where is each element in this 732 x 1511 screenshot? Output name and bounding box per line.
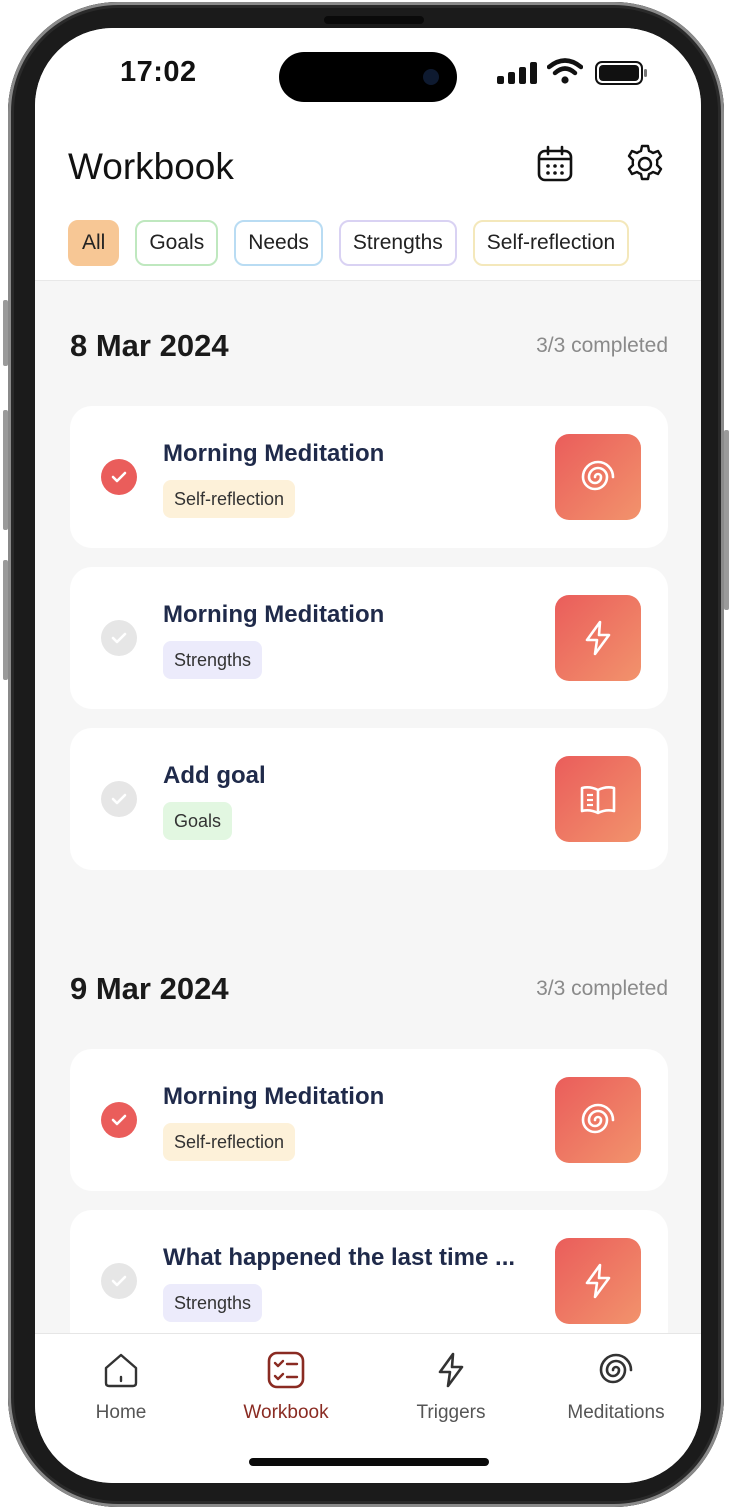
unchecked-icon[interactable]: [101, 781, 137, 817]
spiral-icon: [594, 1348, 638, 1392]
task-title: Morning Meditation: [163, 601, 385, 628]
app-screen: 17:02 Workbook All Goals Needs Strengths…: [35, 28, 701, 1483]
task-title: Add goal: [163, 762, 266, 789]
gear-icon: [627, 144, 663, 181]
tab-label: Meditations: [567, 1402, 665, 1423]
category-tag: Strengths: [163, 1284, 263, 1322]
cellular-signal-icon: [497, 62, 537, 84]
side-button: [3, 300, 8, 366]
filter-chip-goals[interactable]: Goals: [135, 220, 219, 266]
volume-up-button: [3, 410, 8, 530]
tab-label: Home: [95, 1402, 147, 1423]
workbook-icon: [264, 1348, 308, 1392]
dynamic-island: [279, 52, 457, 102]
tab-home[interactable]: Home: [56, 1348, 186, 1424]
workbook-list[interactable]: 8 Mar 2024 3/3 completed Morning Meditat…: [35, 281, 701, 1333]
day-date: 9 Mar 2024: [70, 971, 229, 1006]
day-header: 9 Mar 2024 3/3 completed: [70, 971, 668, 1011]
filter-chips: All Goals Needs Strengths Self-reflection: [68, 220, 630, 266]
tab-triggers[interactable]: Triggers: [386, 1348, 516, 1424]
tab-workbook[interactable]: Workbook: [221, 1348, 351, 1424]
status-time: 17:02: [120, 56, 197, 88]
day-date: 8 Mar 2024: [70, 328, 229, 363]
calendar-button[interactable]: [533, 142, 577, 186]
volume-down-button: [3, 560, 8, 680]
task-card[interactable]: What happened the last time ... Strength…: [70, 1210, 668, 1333]
book-icon: [555, 756, 641, 842]
category-tag: Self-reflection: [163, 1123, 296, 1161]
category-tag: Self-reflection: [163, 480, 296, 518]
camera-icon: [423, 69, 439, 85]
tab-label: Triggers: [416, 1402, 486, 1423]
wifi-icon: [547, 58, 583, 84]
task-card[interactable]: Morning Meditation Strengths: [70, 567, 668, 709]
unchecked-icon[interactable]: [101, 620, 137, 656]
status-bar: 17:02: [35, 28, 701, 128]
home-icon: [99, 1348, 143, 1392]
day-header: 8 Mar 2024 3/3 completed: [70, 328, 668, 368]
task-title: What happened the last time ...: [163, 1244, 516, 1271]
spiral-icon: [555, 1077, 641, 1163]
page-title: Workbook: [68, 146, 234, 187]
category-tag: Strengths: [163, 641, 263, 679]
unchecked-icon[interactable]: [101, 1263, 137, 1299]
spiral-icon: [555, 434, 641, 520]
battery-icon: [595, 61, 647, 85]
filter-chip-self-reflection[interactable]: Self-reflection: [472, 220, 630, 266]
day-progress: 3/3 completed: [536, 977, 668, 1000]
task-title: Morning Meditation: [163, 1083, 385, 1110]
calendar-icon: [537, 145, 573, 182]
category-tag: Goals: [163, 802, 233, 840]
task-card[interactable]: Add goal Goals: [70, 728, 668, 870]
power-button: [724, 430, 729, 610]
lightning-icon: [555, 595, 641, 681]
day-progress: 3/3 completed: [536, 334, 668, 357]
task-card[interactable]: Morning Meditation Self-reflection: [70, 1049, 668, 1191]
tab-meditations[interactable]: Meditations: [551, 1348, 681, 1424]
checked-icon[interactable]: [101, 1102, 137, 1138]
filter-chip-strengths[interactable]: Strengths: [338, 220, 457, 266]
checked-icon[interactable]: [101, 459, 137, 495]
tab-label: Workbook: [243, 1402, 329, 1423]
tab-bar: Home Workbook Triggers Meditations: [35, 1333, 701, 1483]
task-card[interactable]: Morning Meditation Self-reflection: [70, 406, 668, 548]
home-indicator[interactable]: [249, 1458, 489, 1466]
filter-chip-needs[interactable]: Needs: [234, 220, 323, 266]
lightning-icon: [429, 1348, 473, 1392]
speaker-grille: [324, 16, 424, 24]
app-header: Workbook All Goals Needs Strengths Self-refl…: [35, 128, 701, 281]
lightning-icon: [555, 1238, 641, 1324]
task-title: Morning Meditation: [163, 440, 385, 467]
filter-chip-all[interactable]: All: [68, 220, 120, 266]
settings-button[interactable]: [623, 142, 667, 186]
